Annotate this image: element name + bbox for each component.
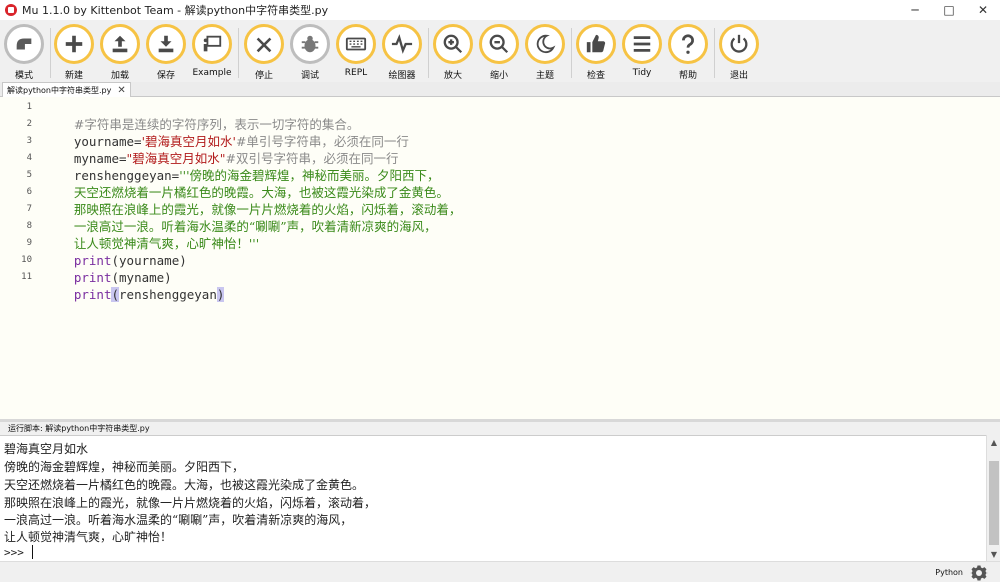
upload-icon xyxy=(112,35,128,53)
example-button[interactable]: Example xyxy=(189,24,235,82)
window-title: Mu 1.1.0 by Kittenbot Team - 解读python中字符… xyxy=(22,4,329,17)
question-icon xyxy=(682,34,694,54)
line-number: 8 xyxy=(26,221,32,231)
line-number: 5 xyxy=(26,170,32,180)
plus-icon xyxy=(65,35,83,53)
output-line: 傍晚的海金碧辉煌，神秘而美丽。夕阳西下， xyxy=(4,460,245,474)
scroll-down-arrow-icon[interactable]: ▼ xyxy=(987,547,1000,561)
paren-token-highlighted: ( xyxy=(111,287,120,302)
download-icon xyxy=(158,35,174,53)
zoom-out-icon xyxy=(489,34,509,54)
thumbs-up-icon xyxy=(586,34,606,53)
line-number: 1 xyxy=(26,102,32,112)
app-logo-icon xyxy=(5,4,17,16)
mode-indicator: Python xyxy=(935,568,963,577)
repl-prompt: >>> xyxy=(4,546,24,559)
plotter-button[interactable]: 绘图器 xyxy=(379,24,425,82)
keyboard-icon xyxy=(345,37,367,51)
pulse-icon xyxy=(391,34,413,54)
line-number: 10 xyxy=(21,255,32,265)
tab-label: 解读python中字符串类型.py xyxy=(7,85,112,95)
toolbar: 模式 新建 加载 保存 Example 停止 调试 REPL 绘图器 放大 缩小… xyxy=(0,20,1000,82)
output-line: 那映照在浪峰上的霞光，就像一片片燃烧着的火焰，闪烁着，滚动着， xyxy=(4,496,377,510)
help-button[interactable]: 帮助 xyxy=(665,24,711,82)
quit-button[interactable]: 退出 xyxy=(716,24,762,82)
maximize-button[interactable]: □ xyxy=(932,0,966,20)
close-window-button[interactable]: ✕ xyxy=(966,0,1000,20)
line-number: 3 xyxy=(26,136,32,146)
repl-scrollbar[interactable]: ▲ ▼ xyxy=(986,435,1000,561)
paren-token: ) xyxy=(179,253,187,268)
output-line: 碧海真空月如水 xyxy=(4,442,89,456)
line-number: 4 xyxy=(26,153,32,163)
line-number: 6 xyxy=(26,187,32,197)
line-number: 9 xyxy=(26,238,32,248)
scroll-up-arrow-icon[interactable]: ▲ xyxy=(987,435,1000,449)
power-icon xyxy=(730,34,748,53)
theme-button[interactable]: 主题 xyxy=(522,24,568,82)
menu-lines-icon xyxy=(633,36,651,52)
repl-output-pane[interactable]: 碧海真空月如水 傍晚的海金碧辉煌，神秘而美丽。夕阳西下， 天空还燃烧着一片橘红色… xyxy=(0,435,986,561)
line-number: 2 xyxy=(26,119,32,129)
mu-editor-window: Mu 1.1.0 by Kittenbot Team - 解读python中字符… xyxy=(0,0,1000,582)
line-number-gutter: 1 2 3 4 5 6 7 8 9 10 11 xyxy=(0,97,42,419)
output-line: 让人顿觉神清气爽，心旷神怡！ xyxy=(4,530,173,544)
mode-icon xyxy=(16,38,32,50)
paren-token-highlighted: ) xyxy=(216,287,225,302)
code-line: print(renshenggeyan) xyxy=(50,269,225,320)
line-number: 7 xyxy=(26,204,32,214)
code-editor[interactable]: 1 2 3 4 5 6 7 8 9 10 11 #字符串是连续的字符序列，表示一… xyxy=(0,97,1000,419)
close-icon[interactable]: ✕ xyxy=(117,85,125,96)
scrollbar-thumb[interactable] xyxy=(989,461,999,545)
runner-header: 运行脚本: 解读python中字符串类型.py xyxy=(0,422,1000,435)
minimize-button[interactable]: ─ xyxy=(898,0,932,20)
close-icon xyxy=(256,37,272,53)
moon-icon xyxy=(536,34,556,54)
title-bar: Mu 1.1.0 by Kittenbot Team - 解读python中字符… xyxy=(0,0,1000,20)
line-number: 11 xyxy=(21,272,32,282)
zoom-in-icon xyxy=(443,34,463,54)
bug-icon xyxy=(301,35,319,53)
tab-file[interactable]: 解读python中字符串类型.py ✕ xyxy=(2,82,131,97)
keyword-token: print xyxy=(73,287,112,302)
presentation-icon xyxy=(203,35,222,52)
output-line: 天空还燃烧着一片橘红色的晚霞。大海，也被这霞光染成了金黄色。 xyxy=(4,478,365,492)
status-bar: Python xyxy=(0,561,1000,582)
output-line: 一浪高过一浪。听着海水温柔的“唰唰”声，吹着清新凉爽的海风， xyxy=(4,513,353,527)
text-cursor xyxy=(32,545,33,559)
window-controls: ─ □ ✕ xyxy=(898,0,1000,20)
identifier-token: renshenggeyan xyxy=(119,287,217,302)
tab-bar: 解读python中字符串类型.py ✕ xyxy=(0,82,1000,97)
gear-icon[interactable] xyxy=(970,564,988,582)
quit-label: 退出 xyxy=(729,71,748,81)
